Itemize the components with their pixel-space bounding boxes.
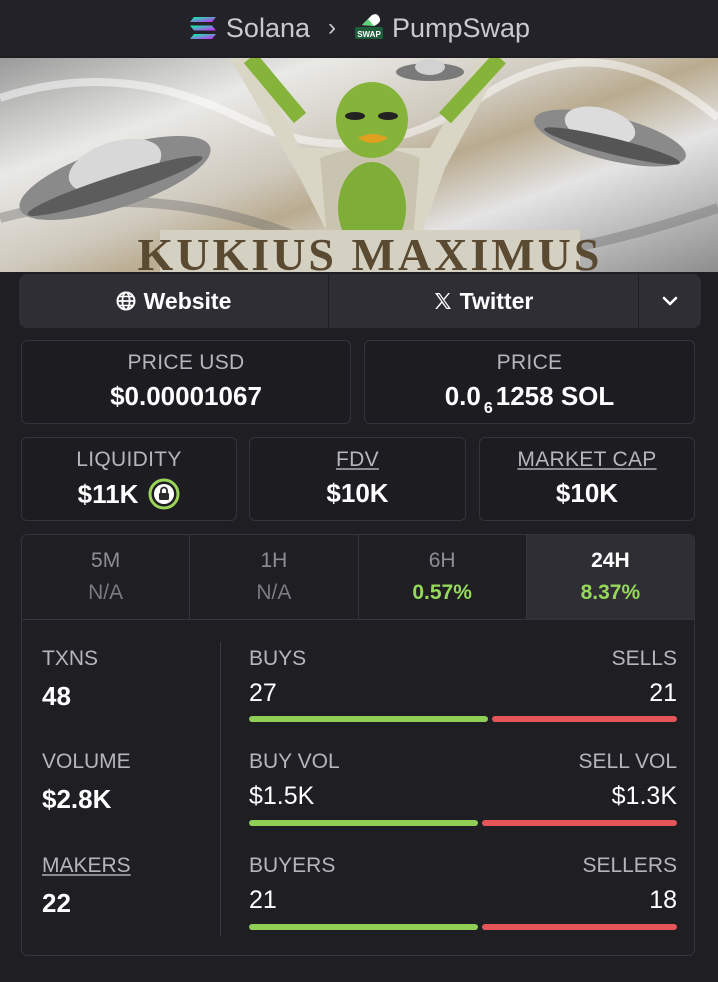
buys-label: BUYS: [249, 647, 307, 670]
makers-stat: MAKERS 22: [42, 854, 131, 919]
tab-5m[interactable]: 5M N/A: [22, 535, 191, 620]
token-banner: KUKIUS MAXIMUS: [0, 58, 718, 272]
buyers-value: 21: [249, 886, 277, 914]
liquidity-label: LIQUIDITY: [76, 448, 182, 471]
txns-label: TXNS: [42, 647, 99, 670]
tab-6h-value: 0.57%: [412, 581, 472, 604]
website-button[interactable]: Website: [19, 274, 329, 328]
price-native-unit: SOL: [560, 381, 615, 411]
volume-value: $2.8K: [42, 784, 112, 814]
price-native-digits: 1258: [495, 381, 554, 411]
makers-value: 22: [42, 888, 71, 918]
sells-label: SELLS: [611, 647, 677, 670]
ufo-left: [19, 135, 211, 221]
buy-vol-bar: [249, 820, 478, 826]
liquidity-value: $11K: [77, 478, 139, 509]
liquidity-card: LIQUIDITY $11K: [21, 437, 237, 521]
pumpswap-icon: SWAP: [355, 14, 383, 39]
fdv-card: FDV $10K: [249, 437, 466, 521]
tab-24h-value: 8.37%: [580, 581, 641, 604]
buyers-sellers-row: BUYERS SELLERS 21 18: [249, 854, 677, 915]
price-native-zeros: 6: [483, 400, 493, 417]
twitter-label: Twitter: [459, 287, 534, 314]
market-cap-value: $10K: [555, 478, 619, 508]
breadcrumb-chain[interactable]: Solana: [188, 13, 310, 44]
price-native-value: 0.0 6 1258 SOL: [365, 381, 694, 418]
price-usd-value: $0.00001067: [110, 381, 262, 411]
buys-value: 27: [249, 679, 277, 707]
stats-panel: TXNS 48 VOLUME $2.8K MAKERS 22 BUYS SELL…: [21, 619, 695, 956]
chevron-right-icon: ›: [328, 14, 336, 41]
chain-label: Solana: [225, 12, 310, 43]
chevron-down-icon: [662, 296, 678, 306]
price-native-prefix: 0.0: [444, 381, 481, 411]
price-native-card: PRICE 0.0 6 1258 SOL: [364, 340, 695, 424]
ufo-right: [534, 106, 686, 167]
volume-label: VOLUME: [42, 750, 131, 773]
lock-icon[interactable]: [148, 478, 180, 510]
market-cap-label[interactable]: MARKET CAP: [517, 448, 656, 471]
tab-6h[interactable]: 6H 0.57%: [359, 535, 527, 620]
sellers-bar: [482, 924, 677, 930]
dex-label: PumpSwap: [392, 12, 531, 43]
tab-1h[interactable]: 1H N/A: [190, 535, 359, 620]
breadcrumb: Solana › SWAP PumpSwap: [0, 0, 718, 56]
banner-title: KUKIUS MAXIMUS: [138, 229, 603, 272]
banner-art: KUKIUS MAXIMUS: [0, 58, 718, 272]
globe-icon: [116, 291, 136, 311]
fdv-label[interactable]: FDV: [336, 448, 379, 471]
makers-label[interactable]: MAKERS: [42, 854, 131, 878]
txns-value: 48: [42, 681, 71, 711]
more-links-button[interactable]: [639, 274, 701, 328]
tab-1h-value: N/A: [256, 581, 292, 604]
fdv-value: $10K: [326, 478, 389, 508]
sellers-label: SELLERS: [582, 854, 677, 877]
buys-bar: [249, 716, 488, 722]
buyers-label: BUYERS: [249, 854, 336, 877]
tab-1h-label: 1H: [260, 549, 288, 572]
buy-sell-vol-row: BUY VOL SELL VOL $1.5K $1.3K: [249, 750, 677, 811]
ufo-small: [396, 59, 464, 81]
twitter-button[interactable]: Twitter: [329, 274, 639, 328]
tab-6h-label: 6H: [428, 549, 456, 572]
txns-stat: TXNS 48: [42, 647, 98, 712]
sells-bar: [492, 716, 677, 722]
buy-vol-label: BUY VOL: [249, 750, 340, 773]
sells-value: 21: [649, 679, 677, 707]
buyers-bar: [249, 924, 478, 930]
buys-sells-row: BUYS SELLS 27 21: [249, 647, 677, 708]
x-icon: [434, 293, 451, 309]
sell-vol-bar: [482, 820, 677, 826]
market-cap-card: MARKET CAP $10K: [479, 437, 695, 521]
breadcrumb-dex[interactable]: SWAP PumpSwap: [354, 13, 530, 44]
sellers-value: 18: [649, 886, 677, 914]
price-usd-label: PRICE USD: [127, 351, 245, 374]
pumpswap-badge: SWAP: [357, 30, 381, 39]
price-usd-card: PRICE USD $0.00001067: [21, 340, 351, 424]
sell-vol-label: SELL VOL: [578, 750, 677, 773]
volume-stat: VOLUME $2.8K: [42, 750, 131, 815]
buy-vol-value: $1.5K: [249, 782, 315, 810]
sell-vol-value: $1.3K: [611, 782, 677, 810]
tab-24h[interactable]: 24H 8.37%: [526, 535, 694, 620]
tab-5m-label: 5M: [91, 549, 121, 572]
links-bar: Website Twitter: [19, 274, 701, 328]
price-native-label: PRICE: [496, 351, 563, 374]
website-label: Website: [143, 287, 232, 314]
stats-divider: [220, 642, 221, 936]
tab-24h-label: 24H: [591, 549, 630, 572]
timeframe-tabs: 5M N/A 1H N/A 6H 0.57% 24H 8.37%: [21, 534, 695, 620]
tab-5m-value: N/A: [88, 581, 124, 604]
solana-icon: [189, 17, 216, 39]
